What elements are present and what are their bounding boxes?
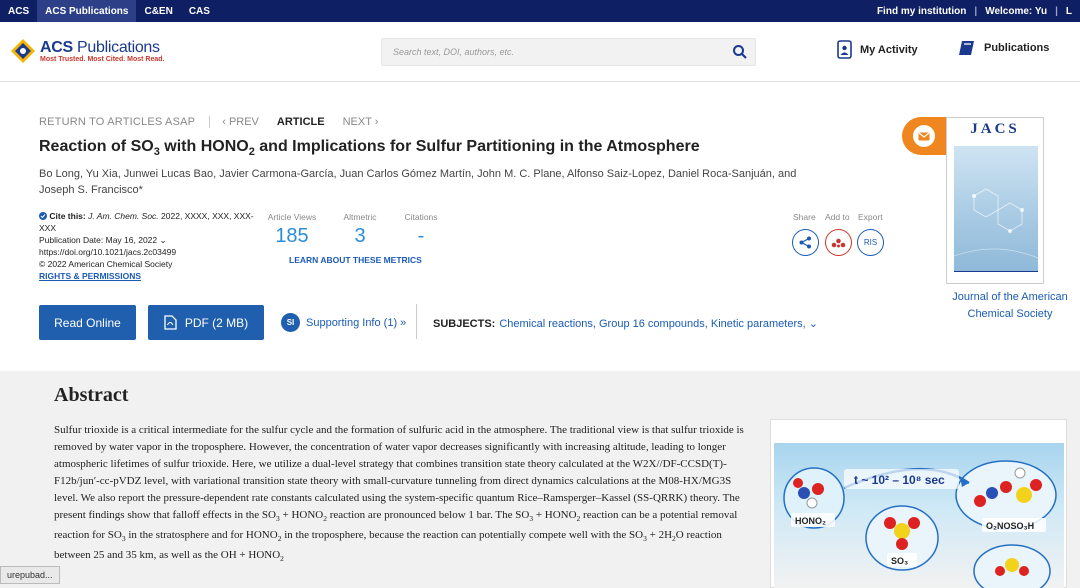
- actions-divider: [416, 304, 417, 339]
- my-activity-link[interactable]: My Activity: [837, 40, 918, 59]
- toc-graphic[interactable]: t ~ 10² – 10⁸ sec HONO₂ SO₃ O₂NOSO₃H: [770, 419, 1067, 588]
- topbar-cas-link[interactable]: CAS: [181, 0, 218, 22]
- pdf-button[interactable]: PDF (2 MB): [148, 305, 264, 340]
- learn-metrics-link[interactable]: LEARN ABOUT THESE METRICS: [289, 255, 422, 265]
- add-to-label: Add to: [825, 212, 850, 222]
- journal-cover-image[interactable]: JACS: [946, 117, 1044, 284]
- read-online-button[interactable]: Read Online: [39, 305, 136, 340]
- publications-label: Publications: [984, 42, 1050, 54]
- article-views-metric: Article Views 185: [265, 212, 319, 248]
- share-icon: [799, 236, 811, 249]
- chevron-down-icon: ⌄: [159, 235, 167, 245]
- share-label: Share: [793, 212, 816, 222]
- article-views-label: Article Views: [267, 212, 317, 222]
- status-bar-url: urepubad...: [0, 566, 60, 584]
- publications-link[interactable]: Publications: [958, 40, 1049, 56]
- cover-title: JACS: [970, 121, 1020, 137]
- add-to-button[interactable]: [825, 229, 852, 256]
- pdf-file-icon: [164, 315, 177, 330]
- article-views-value: 185: [275, 225, 309, 247]
- export-ris-button[interactable]: RIS: [857, 229, 884, 256]
- chevron-down-icon[interactable]: ⌄: [809, 318, 818, 330]
- subjects-label: SUBJECTS:: [433, 318, 496, 330]
- toc-hono2-label: HONO₂: [795, 516, 826, 526]
- logo-title: ACS Publications: [40, 39, 160, 56]
- article-tab: ARTICLE: [276, 116, 325, 128]
- cover-footer: [954, 271, 1038, 279]
- abstract-heading: Abstract: [54, 384, 129, 406]
- nav-divider: [209, 116, 211, 128]
- site-header: ACS Publications Most Trusted. Most Cite…: [0, 22, 1080, 82]
- top-bar: ACS ACS Publications C&EN CAS Find my in…: [0, 0, 1080, 22]
- toc-rate-label: t ~ 10² – 10⁸ sec: [854, 473, 945, 487]
- logo-tagline: Most Trusted. Most Cited. Most Read.: [40, 56, 165, 63]
- altmetric-metric[interactable]: Altmetric 3: [340, 212, 380, 248]
- share-button[interactable]: [792, 229, 819, 256]
- my-activity-label: My Activity: [860, 43, 918, 56]
- doi-link[interactable]: https://doi.org/10.1021/jacs.2c03499: [39, 246, 259, 258]
- search-icon[interactable]: [732, 44, 748, 65]
- altmetric-label: Altmetric: [343, 212, 377, 222]
- abstract-text: Sulfur trioxide is a critical intermedia…: [54, 424, 744, 564]
- toc-product-label: O₂NOSO₃H: [986, 521, 1034, 531]
- my-activity-icon: [837, 40, 852, 59]
- pdf-label: PDF (2 MB): [184, 315, 249, 330]
- acs-publications-logo[interactable]: ACS Publications Most Trusted. Most Cite…: [10, 38, 164, 64]
- cover-artwork: [953, 146, 1039, 271]
- topbar-cen-link[interactable]: C&EN: [136, 0, 180, 22]
- toc-graphic-image: t ~ 10² – 10⁸ sec HONO₂ SO₃ O₂NOSO₃H: [774, 443, 1064, 588]
- contact-float-button[interactable]: [902, 117, 946, 155]
- acs-logo-icon: [10, 38, 36, 64]
- altmetric-value: 3: [354, 225, 366, 247]
- citation-meta: Cite this: J. Am. Chem. Soc. 2022, XXXX,…: [39, 210, 259, 282]
- search-input[interactable]: Search text, DOI, authors, etc.: [381, 38, 756, 66]
- citations-value: -: [417, 225, 425, 247]
- citations-metric: Citations -: [401, 212, 441, 248]
- topbar-acs-publications-link[interactable]: ACS Publications: [37, 0, 137, 22]
- toc-so3-label: SO₃: [891, 556, 908, 566]
- mail-icon: [913, 125, 935, 147]
- supporting-info-label: Supporting Info (1) »: [306, 316, 407, 329]
- topbar-acs-link[interactable]: ACS: [0, 0, 37, 22]
- find-institution-link[interactable]: Find my institution: [869, 6, 974, 17]
- export-label: Export: [858, 212, 883, 222]
- prev-article-link[interactable]: ‹ PREV: [222, 116, 259, 128]
- cite-this[interactable]: Cite this: J. Am. Chem. Soc. 2022, XXXX,…: [39, 210, 259, 234]
- citations-label: Citations: [404, 212, 438, 222]
- publication-date[interactable]: Publication Date: May 16, 2022 ⌄: [39, 234, 259, 246]
- copyright-notice: © 2022 American Chemical Society: [39, 259, 173, 269]
- supporting-info-link[interactable]: SI Supporting Info (1) »: [281, 313, 406, 332]
- journal-name-link[interactable]: Journal of the American Chemical Society: [940, 289, 1080, 323]
- welcome-user-link[interactable]: Welcome: Yu: [977, 6, 1055, 17]
- subjects-values[interactable]: Chemical reactions, Group 16 compounds, …: [499, 318, 805, 330]
- add-to-mendeley-icon: [831, 238, 846, 247]
- article-title: Reaction of SO3 with HONO2 and Implicati…: [39, 138, 700, 159]
- rights-permissions-link[interactable]: RIGHTS & PERMISSIONS: [39, 271, 141, 281]
- subjects-list: SUBJECTS: Chemical reactions, Group 16 co…: [433, 317, 818, 330]
- si-badge-icon: SI: [281, 313, 300, 332]
- author-list[interactable]: Bo Long, Yu Xia, Junwei Lucas Bao, Javie…: [39, 166, 829, 198]
- article-navigation: RETURN TO ARTICLES ASAP ‹ PREV ARTICLE N…: [39, 116, 378, 128]
- topbar-overflow-link[interactable]: L: [1058, 6, 1080, 17]
- check-circle-icon: [39, 212, 47, 220]
- search-placeholder: Search text, DOI, authors, etc.: [393, 47, 515, 57]
- return-to-articles-link[interactable]: RETURN TO ARTICLES ASAP: [39, 116, 195, 128]
- publications-book-icon: [959, 41, 974, 55]
- next-article-link[interactable]: NEXT ›: [343, 116, 379, 128]
